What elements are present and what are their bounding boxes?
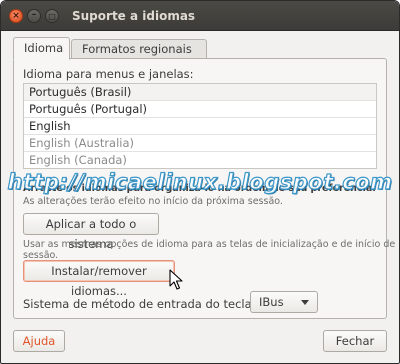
close-window-icon[interactable]: ×: [9, 9, 23, 23]
chevron-down-icon: [301, 300, 309, 305]
help-button[interactable]: Ajuda: [13, 330, 65, 352]
input-method-select[interactable]: IBus: [250, 291, 318, 313]
drag-hint: Arraste os idiomas para organizá-lo na o…: [23, 183, 376, 194]
apply-system-wide-button[interactable]: Aplicar a todo o sistema: [23, 213, 159, 251]
input-method-label: Sistema de método de entrada do teclado:: [23, 297, 270, 311]
minimize-window-icon[interactable]: –: [27, 9, 41, 23]
apply-hint: Usar as mesmas opções de idioma para as …: [23, 239, 396, 261]
tab-idioma[interactable]: Idioma: [13, 37, 70, 60]
titlebar: × – □ Suporte a idiomas: [1, 1, 399, 31]
language-support-window: × – □ Suporte a idiomas Idioma Formatos …: [0, 0, 400, 364]
mouse-pointer-icon: [169, 269, 183, 290]
list-item[interactable]: English: [24, 118, 376, 135]
close-button[interactable]: Fechar: [323, 330, 387, 352]
list-item[interactable]: Português (Brasil): [24, 84, 376, 101]
install-remove-languages-button[interactable]: Instalar/remover idiomas...: [23, 260, 175, 298]
language-list-label: Idioma para menus e janelas:: [23, 67, 194, 81]
list-item[interactable]: English (Canada): [24, 152, 376, 168]
tab-formatos-regionais[interactable]: Formatos regionais: [71, 39, 207, 59]
window-title: Suporte a idiomas: [72, 9, 196, 23]
list-item[interactable]: Português (Portugal): [24, 101, 376, 118]
maximize-window-icon[interactable]: □: [45, 9, 59, 23]
language-list[interactable]: Português (Brasil) Português (Portugal) …: [23, 83, 377, 169]
effect-hint: As alterações terão efeito no início da …: [23, 196, 283, 207]
input-method-value: IBus: [259, 295, 284, 309]
list-item[interactable]: English (Australia): [24, 135, 376, 152]
